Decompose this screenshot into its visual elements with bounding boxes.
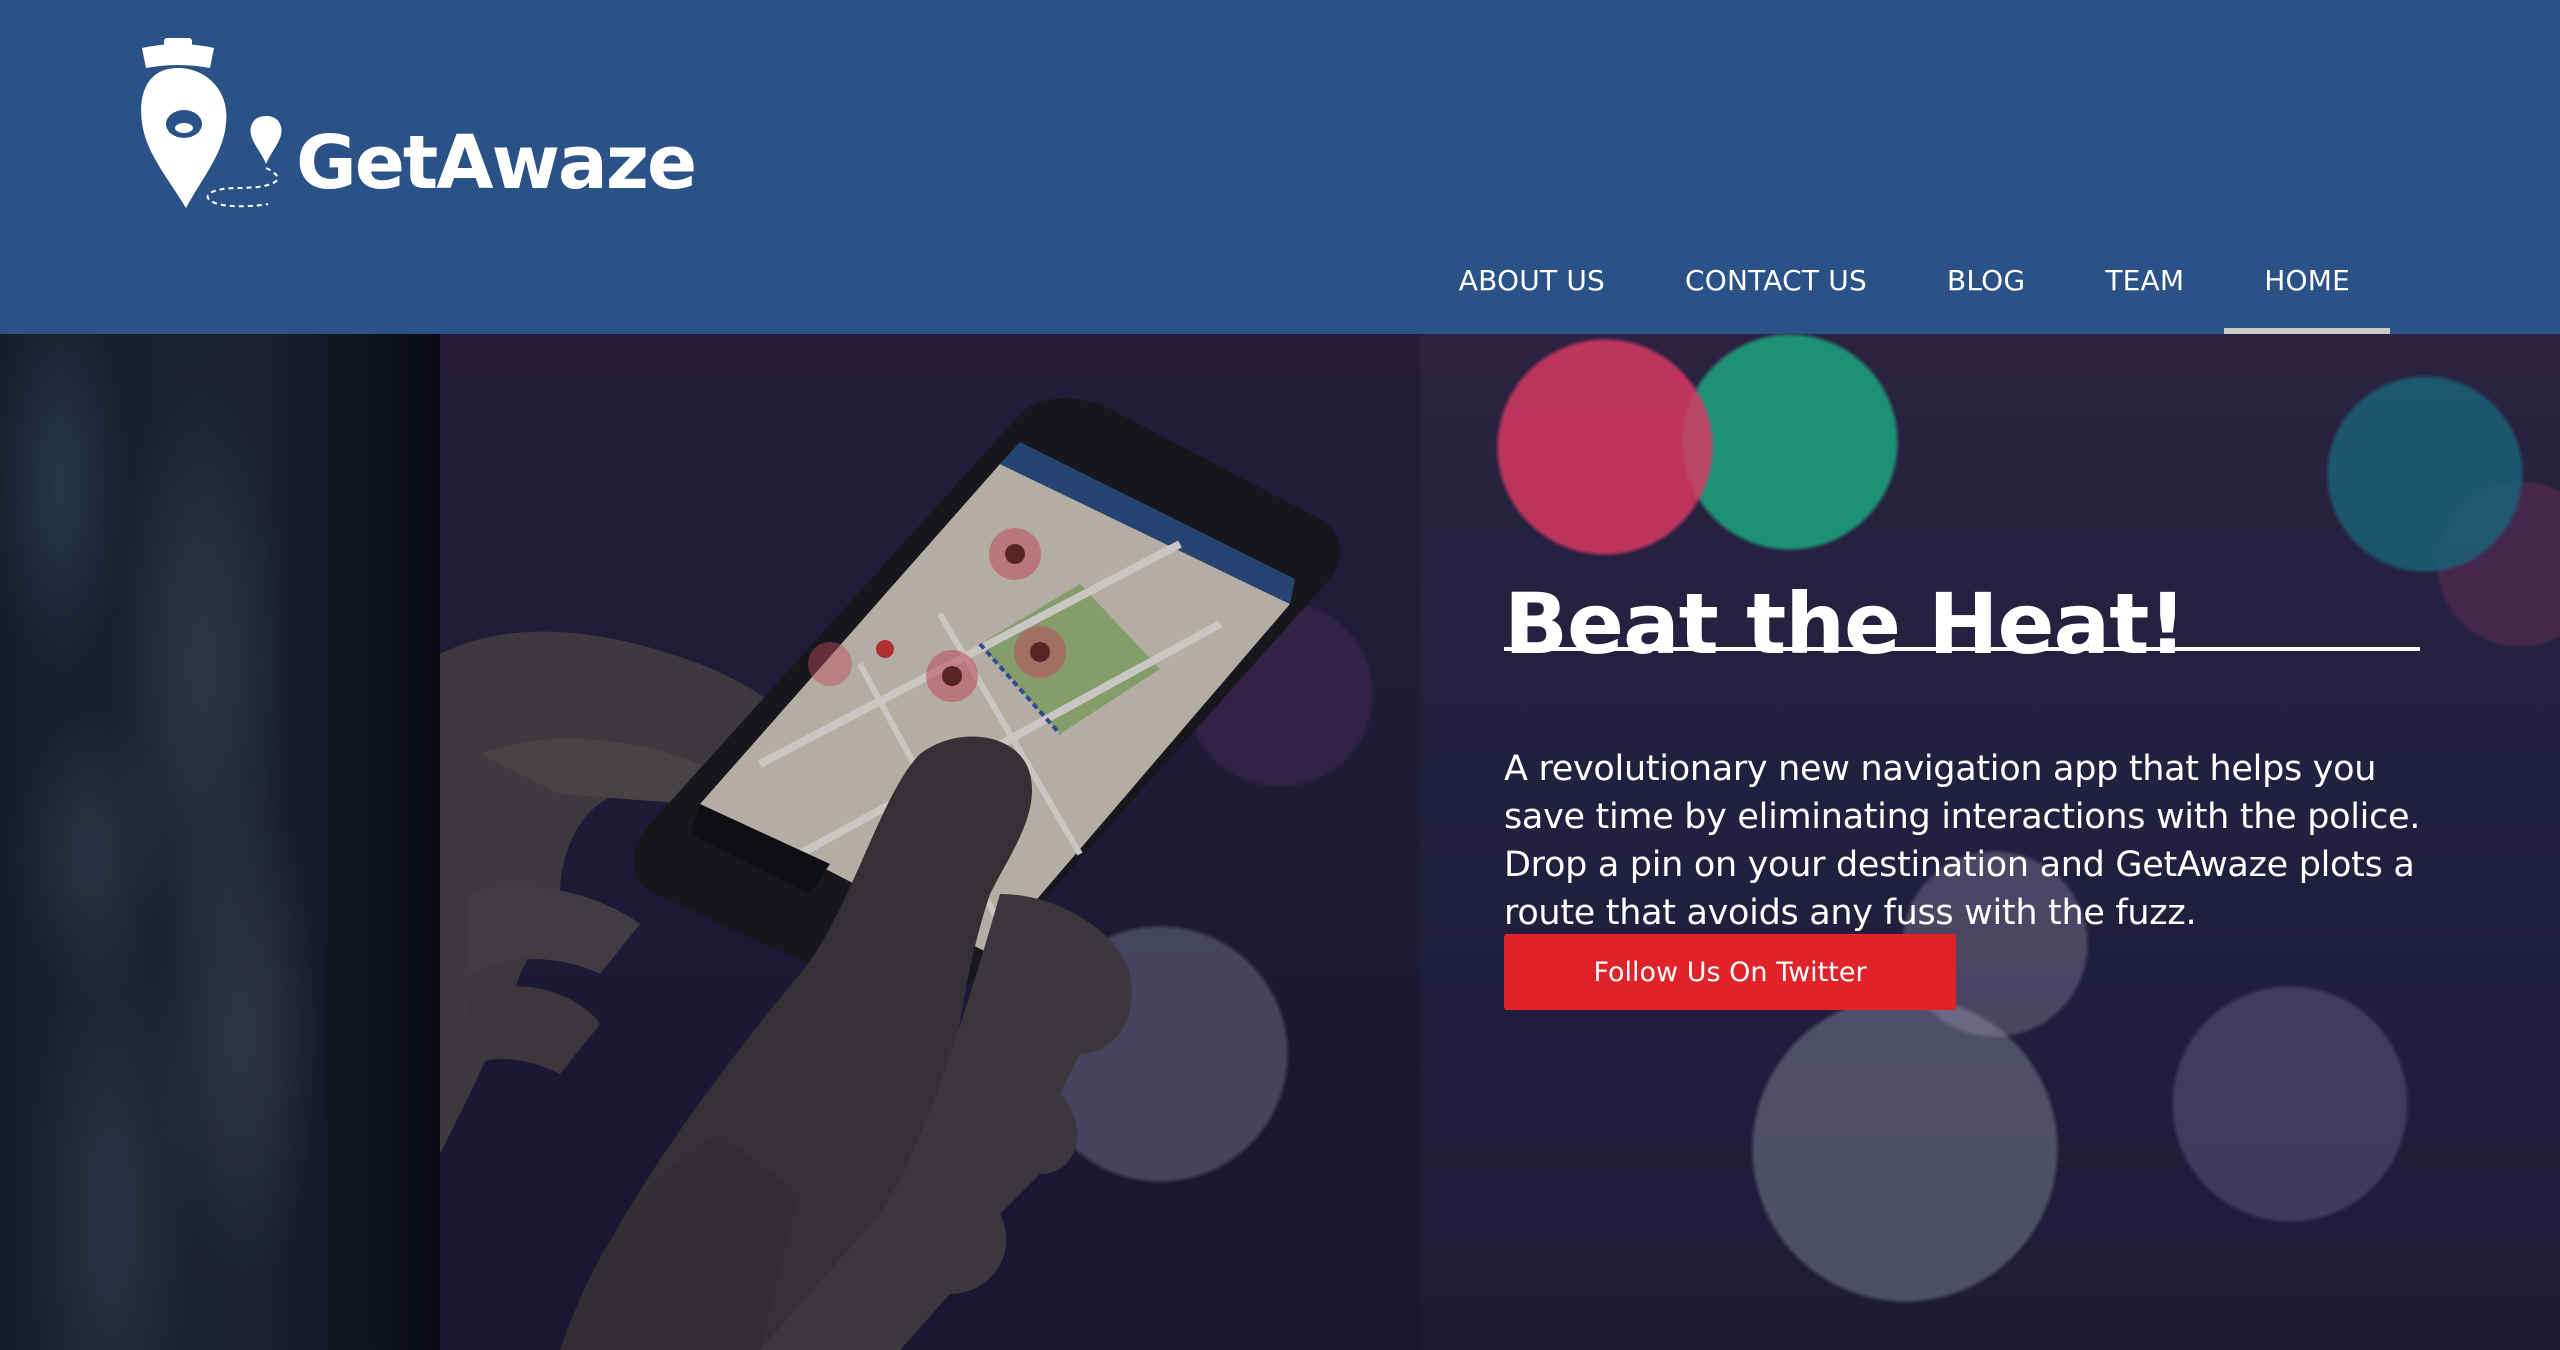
- nav-item-blog[interactable]: BLOG: [1907, 250, 2065, 334]
- main-nav: ABOUT US CONTACT US BLOG TEAM HOME: [1419, 250, 2390, 334]
- hero-divider: [1504, 647, 2420, 651]
- hero-title: Beat the Heat!: [1504, 575, 2187, 674]
- follow-twitter-button[interactable]: Follow Us On Twitter: [1504, 934, 1956, 1010]
- nav-item-about-us[interactable]: ABOUT US: [1419, 250, 1645, 334]
- nav-item-team[interactable]: TEAM: [2065, 250, 2224, 334]
- site-header: GetAwaze ABOUT US CONTACT US BLOG TEAM H…: [0, 0, 2560, 334]
- nav-item-home[interactable]: HOME: [2224, 250, 2390, 334]
- nav-item-contact-us[interactable]: CONTACT US: [1645, 250, 1907, 334]
- hero-section: Beat the Heat! A revolutionary new navig…: [0, 334, 2560, 1350]
- hero-phone-image: [0, 334, 1420, 1350]
- logo[interactable]: GetAwaze: [138, 38, 697, 218]
- hero-description: A revolutionary new navigation app that …: [1504, 749, 2421, 933]
- police-officer-pin-icon: [141, 38, 282, 208]
- brand-name: GetAwaze: [296, 120, 697, 206]
